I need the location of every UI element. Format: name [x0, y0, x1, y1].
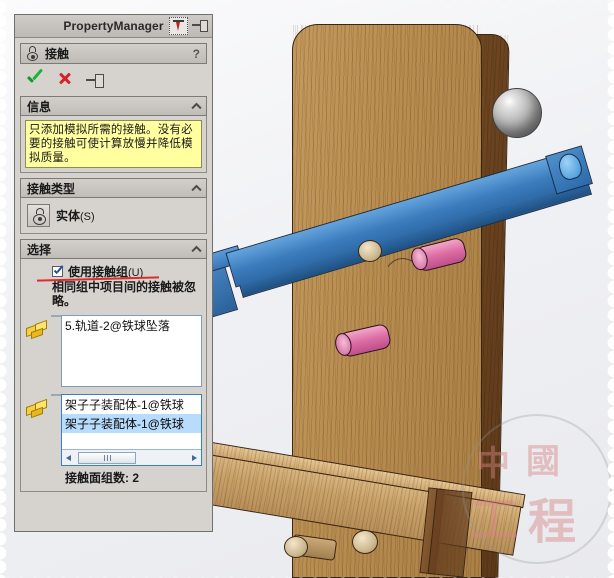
chevron-up-icon[interactable] — [191, 184, 202, 193]
red-x-icon[interactable] — [56, 71, 75, 88]
section-selection-header[interactable]: 选择 — [20, 239, 207, 259]
section-contact-type-header[interactable]: 接触类型 — [20, 178, 207, 198]
left-arrow-icon[interactable] — [62, 451, 77, 465]
watermark-char-4: 程 — [528, 494, 577, 550]
steel-sphere — [492, 88, 542, 138]
beam-dowel-end — [284, 536, 308, 558]
panel-title: PropertyManager — [63, 19, 164, 33]
command-title: 接触 — [45, 47, 70, 61]
contact-group-1-listbox[interactable]: 5.轨道-2@铁球坠落 — [61, 315, 202, 387]
rail-pivot-dowel — [358, 240, 382, 262]
pin-icon[interactable] — [191, 18, 208, 34]
command-action-row — [20, 64, 207, 91]
section-selection-body: 使用接触组(U) 相同组中项目间的接触被忽略。 5.轨道-2@铁球坠落 架子子装… — [20, 259, 207, 492]
contact-group-2-listbox[interactable]: 架子子装配体-1@铁球 架子子装配体-1@铁球 — [61, 394, 202, 466]
chevron-up-icon[interactable] — [191, 245, 202, 254]
command-header: 接触 ? — [20, 43, 207, 64]
face-selection-icon — [25, 319, 49, 341]
watermark-char-2: 國 — [526, 442, 560, 482]
horizontal-scrollbar[interactable] — [62, 449, 201, 465]
chevron-up-icon[interactable] — [191, 102, 202, 111]
right-arrow-icon[interactable] — [186, 451, 201, 465]
section-contact-type-body: 实体(S) — [20, 198, 207, 234]
contact-face-count: 接触面组数: 2 — [65, 471, 140, 485]
contact-type-text: 实体 — [56, 209, 81, 223]
group-1-color-bar — [51, 315, 61, 317]
selection-note: 相同组中项目间的接触被忽略。 — [52, 280, 197, 308]
section-selection: 选择 使用接触组(U) 相同组中项目间的接触被忽略。 5.轨道-2@铁球坠落 架… — [20, 239, 207, 492]
scrollbar-track[interactable] — [136, 451, 186, 464]
section-info-header[interactable]: 信息 — [20, 96, 207, 116]
titlebar-icon-group — [169, 17, 208, 35]
section-info: 信息 只添加模拟所需的接触。没有必要的接触可使计算放慢并降低模拟质量。 — [20, 96, 207, 173]
face-selection-icon — [25, 398, 49, 420]
selection-note-wrap: 相同组中项目间的接触被忽略。 — [25, 276, 202, 308]
section-selection-title: 选择 — [27, 242, 52, 257]
property-manager-panel: PropertyManager 接触 ? 信息 只添加模拟所需的接触。没有必要的… — [14, 14, 213, 532]
contact-group-1-row: 5.轨道-2@铁球坠落 — [25, 315, 202, 387]
list-item[interactable]: 5.轨道-2@铁球坠落 — [62, 316, 201, 335]
list-item[interactable]: 架子子装配体-1@铁球 — [62, 414, 201, 433]
solid-contact-icon[interactable] — [27, 204, 50, 227]
contact-type-option-row[interactable]: 实体(S) — [25, 202, 202, 229]
help-icon[interactable]: ? — [193, 47, 202, 61]
contact-type-label: 实体(S) — [56, 207, 95, 224]
scrollbar-thumb[interactable] — [78, 451, 136, 464]
section-info-title: 信息 — [27, 99, 52, 114]
contact-icon — [25, 46, 40, 61]
screenshot-root: 中 國 工 程 PropertyManager 接触 ? 信息 只添加模拟所需的… — [0, 0, 614, 578]
group-2-color-bar — [51, 394, 61, 396]
property-manager-titlebar: PropertyManager — [15, 15, 212, 38]
use-contact-group-checkbox[interactable] — [52, 265, 63, 277]
pushpin-icon[interactable] — [86, 71, 105, 88]
section-contact-type-title: 接触类型 — [27, 181, 76, 196]
section-contact-type: 接触类型 实体(S) — [20, 178, 207, 234]
green-check-icon[interactable] — [26, 71, 45, 88]
use-contact-group-text: 使用接触组 — [68, 264, 129, 279]
info-message: 只添加模拟所需的接触。没有必要的接触可使计算放慢并降低模拟质量。 — [25, 120, 202, 168]
beam-fastener-dowel — [352, 530, 378, 554]
panel-body: 接触 ? 信息 只添加模拟所需的接触。没有必要的接触可使计算放慢并降低模拟质量。 — [15, 38, 212, 492]
flyout-icon[interactable] — [169, 17, 188, 35]
contact-type-accelerator: (S) — [80, 211, 95, 223]
list-item[interactable]: 架子子装配体-1@铁球 — [62, 395, 201, 414]
contact-group-2-row: 架子子装配体-1@铁球 架子子装配体-1@铁球 — [25, 394, 202, 466]
section-info-body: 只添加模拟所需的接触。没有必要的接触可使计算放慢并降低模拟质量。 — [20, 116, 207, 173]
